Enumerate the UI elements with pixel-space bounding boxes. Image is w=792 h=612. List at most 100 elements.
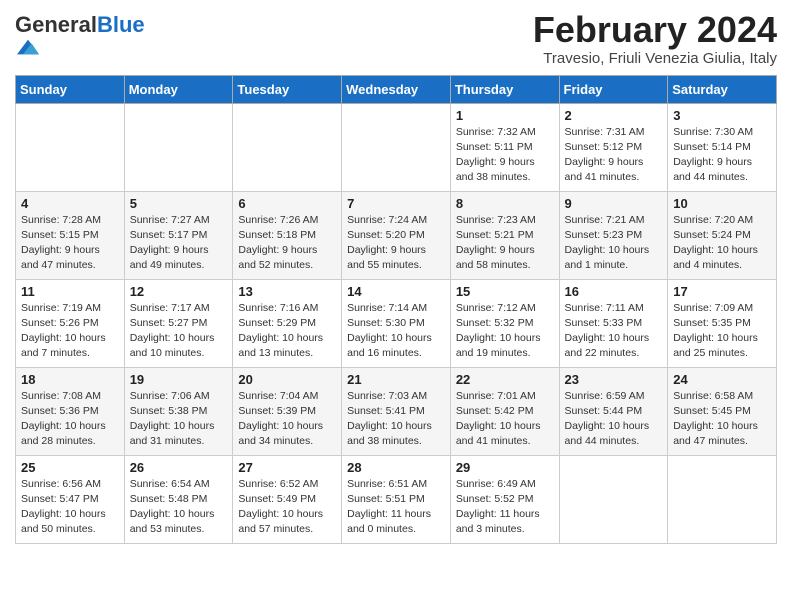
weekday-header-row: SundayMondayTuesdayWednesdayThursdayFrid… xyxy=(16,75,777,103)
day-info: Sunrise: 7:28 AM Sunset: 5:15 PM Dayligh… xyxy=(21,213,119,274)
calendar-week-row: 25 Sunrise: 6:56 AM Sunset: 5:47 PM Dayli… xyxy=(16,455,777,543)
calendar-cell: 7 Sunrise: 7:24 AM Sunset: 5:20 PM Daylig… xyxy=(342,191,451,279)
day-number: 6 xyxy=(238,196,336,211)
day-info: Sunrise: 7:21 AM Sunset: 5:23 PM Dayligh… xyxy=(565,213,663,274)
weekday-header-thursday: Thursday xyxy=(450,75,559,103)
day-number: 8 xyxy=(456,196,554,211)
calendar-cell xyxy=(559,455,668,543)
calendar-cell: 1Sunrise: 7:32 AM Sunset: 5:11 PM Daylig… xyxy=(450,103,559,191)
logo-blue-text: Blue xyxy=(97,12,145,37)
day-number: 13 xyxy=(238,284,336,299)
day-number: 12 xyxy=(130,284,228,299)
weekday-header-monday: Monday xyxy=(124,75,233,103)
day-info: Sunrise: 6:56 AM Sunset: 5:47 PM Dayligh… xyxy=(21,477,119,538)
day-number: 19 xyxy=(130,372,228,387)
calendar-cell: 28 Sunrise: 6:51 AM Sunset: 5:51 PM Dayli… xyxy=(342,455,451,543)
day-number: 15 xyxy=(456,284,554,299)
day-number: 20 xyxy=(238,372,336,387)
calendar-table: SundayMondayTuesdayWednesdayThursdayFrid… xyxy=(15,75,777,544)
day-info: Sunrise: 7:17 AM Sunset: 5:27 PM Dayligh… xyxy=(130,301,228,362)
calendar-cell xyxy=(342,103,451,191)
calendar-cell: 12 Sunrise: 7:17 AM Sunset: 5:27 PM Dayli… xyxy=(124,279,233,367)
calendar-cell: 6 Sunrise: 7:26 AM Sunset: 5:18 PM Daylig… xyxy=(233,191,342,279)
calendar-cell: 4 Sunrise: 7:28 AM Sunset: 5:15 PM Daylig… xyxy=(16,191,125,279)
day-number: 26 xyxy=(130,460,228,475)
weekday-header-tuesday: Tuesday xyxy=(233,75,342,103)
day-number: 5 xyxy=(130,196,228,211)
calendar-week-row: 4 Sunrise: 7:28 AM Sunset: 5:15 PM Daylig… xyxy=(16,191,777,279)
calendar-cell: 14 Sunrise: 7:14 AM Sunset: 5:30 PM Dayli… xyxy=(342,279,451,367)
calendar-cell: 25 Sunrise: 6:56 AM Sunset: 5:47 PM Dayli… xyxy=(16,455,125,543)
day-info: Sunrise: 7:23 AM Sunset: 5:21 PM Dayligh… xyxy=(456,213,554,274)
day-number: 16 xyxy=(565,284,663,299)
day-number: 28 xyxy=(347,460,445,475)
day-info: Sunrise: 7:03 AM Sunset: 5:41 PM Dayligh… xyxy=(347,389,445,450)
calendar-cell: 13 Sunrise: 7:16 AM Sunset: 5:29 PM Dayli… xyxy=(233,279,342,367)
calendar-cell: 19 Sunrise: 7:06 AM Sunset: 5:38 PM Dayli… xyxy=(124,367,233,455)
day-info: Sunrise: 7:01 AM Sunset: 5:42 PM Dayligh… xyxy=(456,389,554,450)
calendar-cell: 16 Sunrise: 7:11 AM Sunset: 5:33 PM Dayli… xyxy=(559,279,668,367)
day-info: Sunrise: 6:58 AM Sunset: 5:45 PM Dayligh… xyxy=(673,389,771,450)
calendar-week-row: 11Sunrise: 7:19 AM Sunset: 5:26 PM Dayli… xyxy=(16,279,777,367)
weekday-header-friday: Friday xyxy=(559,75,668,103)
day-info: Sunrise: 7:24 AM Sunset: 5:20 PM Dayligh… xyxy=(347,213,445,274)
day-info: Sunrise: 7:11 AM Sunset: 5:33 PM Dayligh… xyxy=(565,301,663,362)
day-info: Sunrise: 7:27 AM Sunset: 5:17 PM Dayligh… xyxy=(130,213,228,274)
calendar-cell xyxy=(16,103,125,191)
calendar-cell: 5 Sunrise: 7:27 AM Sunset: 5:17 PM Daylig… xyxy=(124,191,233,279)
calendar-cell: 15 Sunrise: 7:12 AM Sunset: 5:32 PM Dayli… xyxy=(450,279,559,367)
day-number: 11 xyxy=(21,284,119,299)
day-info: Sunrise: 6:51 AM Sunset: 5:51 PM Dayligh… xyxy=(347,477,445,538)
day-info: Sunrise: 6:52 AM Sunset: 5:49 PM Dayligh… xyxy=(238,477,336,538)
calendar-subtitle: Travesio, Friuli Venezia Giulia, Italy xyxy=(533,50,777,67)
page-header: GeneralBlue February 2024 Travesio, Friu… xyxy=(15,10,777,67)
day-info: Sunrise: 7:16 AM Sunset: 5:29 PM Dayligh… xyxy=(238,301,336,362)
logo-icon xyxy=(17,36,39,58)
day-number: 22 xyxy=(456,372,554,387)
weekday-header-sunday: Sunday xyxy=(16,75,125,103)
calendar-cell: 20 Sunrise: 7:04 AM Sunset: 5:39 PM Dayli… xyxy=(233,367,342,455)
calendar-week-row: 1Sunrise: 7:32 AM Sunset: 5:11 PM Daylig… xyxy=(16,103,777,191)
calendar-cell: 22 Sunrise: 7:01 AM Sunset: 5:42 PM Dayli… xyxy=(450,367,559,455)
calendar-cell: 11Sunrise: 7:19 AM Sunset: 5:26 PM Dayli… xyxy=(16,279,125,367)
day-number: 14 xyxy=(347,284,445,299)
day-number: 23 xyxy=(565,372,663,387)
weekday-header-saturday: Saturday xyxy=(668,75,777,103)
calendar-cell: 21Sunrise: 7:03 AM Sunset: 5:41 PM Dayli… xyxy=(342,367,451,455)
day-number: 27 xyxy=(238,460,336,475)
day-info: Sunrise: 6:54 AM Sunset: 5:48 PM Dayligh… xyxy=(130,477,228,538)
calendar-cell: 8 Sunrise: 7:23 AM Sunset: 5:21 PM Daylig… xyxy=(450,191,559,279)
day-number: 4 xyxy=(21,196,119,211)
day-info: Sunrise: 7:09 AM Sunset: 5:35 PM Dayligh… xyxy=(673,301,771,362)
calendar-week-row: 18Sunrise: 7:08 AM Sunset: 5:36 PM Dayli… xyxy=(16,367,777,455)
calendar-cell: 18Sunrise: 7:08 AM Sunset: 5:36 PM Dayli… xyxy=(16,367,125,455)
day-info: Sunrise: 7:30 AM Sunset: 5:14 PM Dayligh… xyxy=(673,125,771,186)
calendar-cell xyxy=(124,103,233,191)
day-number: 17 xyxy=(673,284,771,299)
day-info: Sunrise: 7:26 AM Sunset: 5:18 PM Dayligh… xyxy=(238,213,336,274)
day-number: 3 xyxy=(673,108,771,123)
calendar-cell: 29 Sunrise: 6:49 AM Sunset: 5:52 PM Dayli… xyxy=(450,455,559,543)
day-number: 29 xyxy=(456,460,554,475)
day-info: Sunrise: 7:31 AM Sunset: 5:12 PM Dayligh… xyxy=(565,125,663,186)
weekday-header-wednesday: Wednesday xyxy=(342,75,451,103)
day-number: 7 xyxy=(347,196,445,211)
calendar-title: February 2024 xyxy=(533,10,777,50)
day-number: 2 xyxy=(565,108,663,123)
day-number: 25 xyxy=(21,460,119,475)
calendar-cell: 27 Sunrise: 6:52 AM Sunset: 5:49 PM Dayli… xyxy=(233,455,342,543)
calendar-cell: 2 Sunrise: 7:31 AM Sunset: 5:12 PM Daylig… xyxy=(559,103,668,191)
calendar-cell: 10Sunrise: 7:20 AM Sunset: 5:24 PM Dayli… xyxy=(668,191,777,279)
day-info: Sunrise: 7:14 AM Sunset: 5:30 PM Dayligh… xyxy=(347,301,445,362)
calendar-cell: 9Sunrise: 7:21 AM Sunset: 5:23 PM Daylig… xyxy=(559,191,668,279)
day-info: Sunrise: 7:12 AM Sunset: 5:32 PM Dayligh… xyxy=(456,301,554,362)
title-block: February 2024 Travesio, Friuli Venezia G… xyxy=(533,10,777,67)
calendar-cell xyxy=(668,455,777,543)
day-info: Sunrise: 7:04 AM Sunset: 5:39 PM Dayligh… xyxy=(238,389,336,450)
calendar-cell xyxy=(233,103,342,191)
day-info: Sunrise: 7:06 AM Sunset: 5:38 PM Dayligh… xyxy=(130,389,228,450)
day-number: 10 xyxy=(673,196,771,211)
day-info: Sunrise: 6:49 AM Sunset: 5:52 PM Dayligh… xyxy=(456,477,554,538)
day-info: Sunrise: 7:08 AM Sunset: 5:36 PM Dayligh… xyxy=(21,389,119,450)
calendar-cell: 24Sunrise: 6:58 AM Sunset: 5:45 PM Dayli… xyxy=(668,367,777,455)
